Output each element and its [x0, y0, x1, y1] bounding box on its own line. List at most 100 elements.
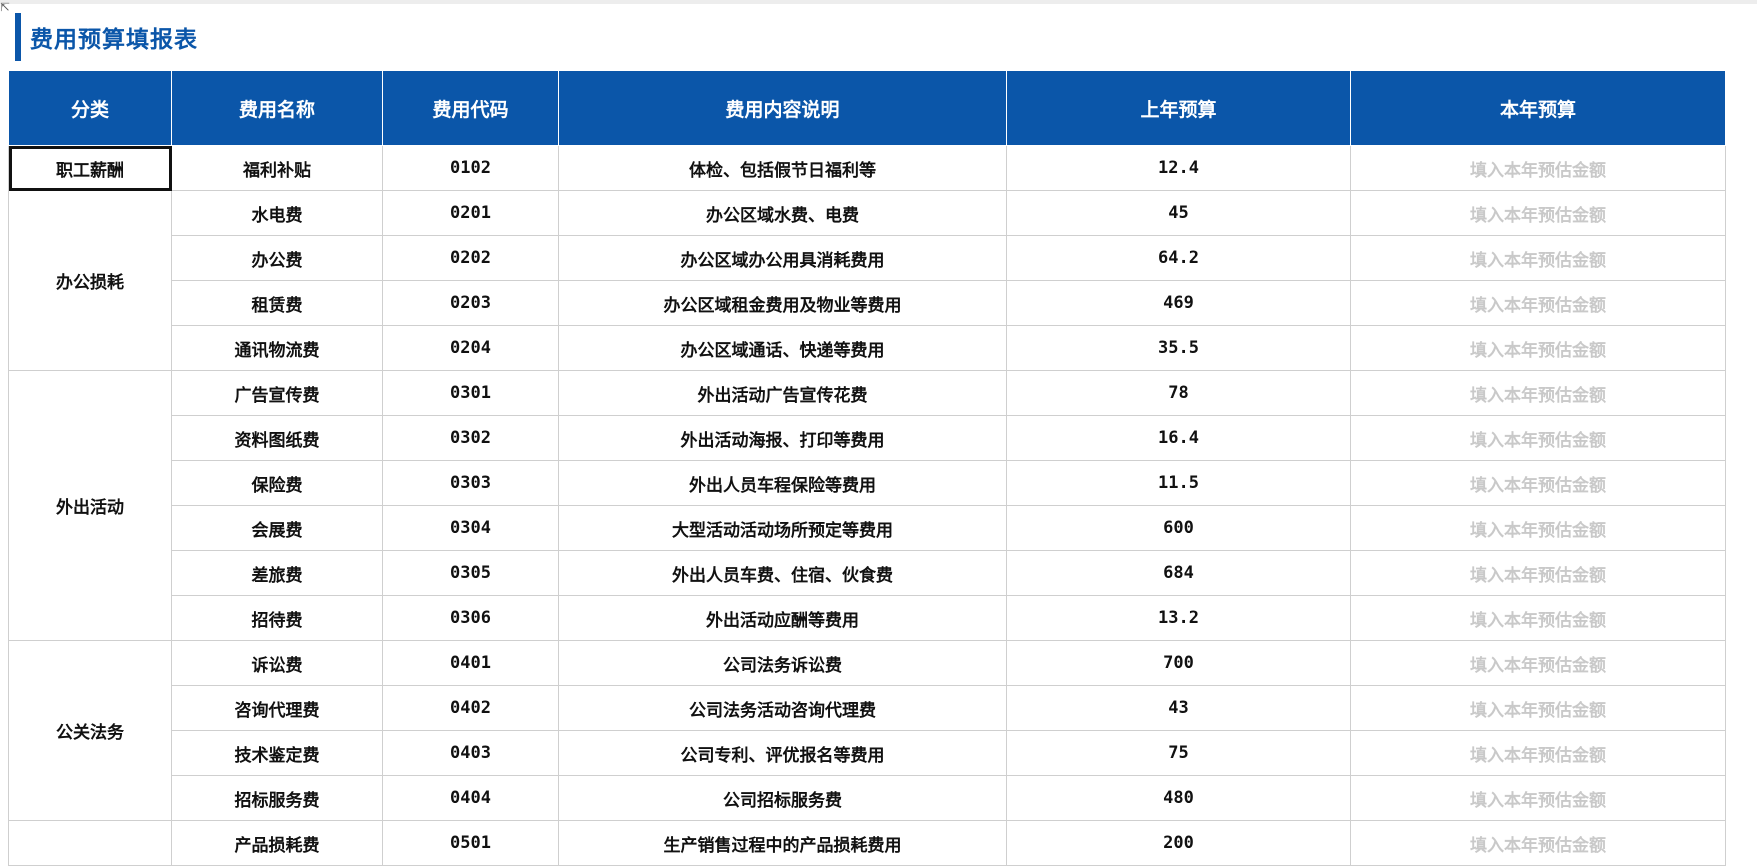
header-expense-code: 费用代码: [382, 70, 559, 146]
table-row: 办公损耗 水电费 0201 办公区域水费、电费 45 填入本年预估金额: [8, 190, 1726, 371]
table-row: 通讯物流费 0204 办公区域通话、快递等费用 35.5 填入本年预估金额: [9, 325, 1726, 371]
category-cell[interactable]: 外出活动: [8, 370, 172, 641]
description-cell[interactable]: 外出活动广告宣传花费: [558, 370, 1007, 416]
table-body: 职工薪酬 福利补贴 0102 体检、包括假节日福利等 12.4 填入本年预估金额 办公损耗水…: [8, 145, 1726, 866]
this-year-budget-input[interactable]: 填入本年预估金额: [1350, 685, 1726, 731]
description-cell[interactable]: 外出人员车程保险等费用: [558, 460, 1007, 506]
expense-name-cell[interactable]: 租赁费: [171, 280, 383, 326]
expense-name-cell[interactable]: 办公费: [171, 235, 383, 281]
header-last-year-budget: 上年预算: [1006, 70, 1351, 146]
expense-code-cell[interactable]: 0403: [382, 730, 559, 776]
this-year-budget-input[interactable]: 填入本年预估金额: [1350, 460, 1726, 506]
expense-name-cell[interactable]: 保险费: [171, 460, 383, 506]
this-year-budget-input[interactable]: 填入本年预估金额: [1350, 505, 1726, 551]
description-cell[interactable]: 体检、包括假节日福利等: [558, 145, 1007, 191]
this-year-budget-input[interactable]: 填入本年预估金额: [1350, 370, 1726, 416]
expense-code-cell[interactable]: 0202: [382, 235, 559, 281]
description-cell[interactable]: 外出活动应酬等费用: [558, 595, 1007, 641]
this-year-budget-input[interactable]: 填入本年预估金额: [1350, 730, 1726, 776]
description-cell[interactable]: 办公区域通话、快递等费用: [558, 325, 1007, 371]
expense-code-cell[interactable]: 0204: [382, 325, 559, 371]
table-row: 咨询代理费 0402 公司法务活动咨询代理费 43 填入本年预估金额: [9, 685, 1726, 731]
last-year-budget-cell[interactable]: 16.4: [1006, 415, 1351, 461]
this-year-budget-input[interactable]: 填入本年预估金额: [1350, 775, 1726, 821]
last-year-budget-cell[interactable]: 700: [1006, 640, 1351, 686]
last-year-budget-cell[interactable]: 684: [1006, 550, 1351, 596]
category-cell[interactable]: 办公损耗: [8, 190, 172, 371]
description-cell[interactable]: 办公区域水费、电费: [558, 190, 1007, 236]
last-year-budget-cell[interactable]: 11.5: [1006, 460, 1351, 506]
expense-name-cell[interactable]: 差旅费: [171, 550, 383, 596]
category-cell[interactable]: [8, 820, 172, 866]
this-year-budget-input[interactable]: 填入本年预估金额: [1350, 190, 1726, 236]
description-cell[interactable]: 办公区域办公用具消耗费用: [558, 235, 1007, 281]
expense-code-cell[interactable]: 0501: [382, 820, 559, 866]
table-row: 招标服务费 0404 公司招标服务费 480 填入本年预估金额: [9, 775, 1726, 821]
table-row: 招待费 0306 外出活动应酬等费用 13.2 填入本年预估金额: [9, 595, 1726, 641]
this-year-budget-input[interactable]: 填入本年预估金额: [1350, 595, 1726, 641]
description-cell[interactable]: 外出人员车费、住宿、伙食费: [558, 550, 1007, 596]
expense-code-cell[interactable]: 0303: [382, 460, 559, 506]
expense-code-cell[interactable]: 0401: [382, 640, 559, 686]
table-row: 会展费 0304 大型活动活动场所预定等费用 600 填入本年预估金额: [9, 505, 1726, 551]
header-this-year-budget: 本年预算: [1350, 70, 1726, 146]
this-year-budget-input[interactable]: 填入本年预估金额: [1350, 640, 1726, 686]
last-year-budget-cell[interactable]: 64.2: [1006, 235, 1351, 281]
expense-name-cell[interactable]: 咨询代理费: [171, 685, 383, 731]
header-category: 分类: [8, 70, 172, 146]
expense-code-cell[interactable]: 0301: [382, 370, 559, 416]
table-row: 办公费 0202 办公区域办公用具消耗费用 64.2 填入本年预估金额: [9, 235, 1726, 281]
description-cell[interactable]: 公司专利、评优报名等费用: [558, 730, 1007, 776]
table-row: 技术鉴定费 0403 公司专利、评优报名等费用 75 填入本年预估金额: [9, 730, 1726, 776]
description-cell[interactable]: 大型活动活动场所预定等费用: [558, 505, 1007, 551]
expense-name-cell[interactable]: 招待费: [171, 595, 383, 641]
description-cell[interactable]: 公司法务诉讼费: [558, 640, 1007, 686]
expense-name-cell[interactable]: 会展费: [171, 505, 383, 551]
expense-code-cell[interactable]: 0404: [382, 775, 559, 821]
this-year-budget-input[interactable]: 填入本年预估金额: [1350, 280, 1726, 326]
last-year-budget-cell[interactable]: 75: [1006, 730, 1351, 776]
expense-name-cell[interactable]: 水电费: [171, 190, 383, 236]
expense-name-cell[interactable]: 通讯物流费: [171, 325, 383, 371]
last-year-budget-cell[interactable]: 35.5: [1006, 325, 1351, 371]
this-year-budget-input[interactable]: 填入本年预估金额: [1350, 235, 1726, 281]
category-cell[interactable]: 公关法务: [8, 640, 172, 821]
expense-name-cell[interactable]: 广告宣传费: [171, 370, 383, 416]
description-cell[interactable]: 外出活动海报、打印等费用: [558, 415, 1007, 461]
expense-code-cell[interactable]: 0306: [382, 595, 559, 641]
this-year-budget-input[interactable]: 填入本年预估金额: [1350, 325, 1726, 371]
last-year-budget-cell[interactable]: 78: [1006, 370, 1351, 416]
this-year-budget-input[interactable]: 填入本年预估金额: [1350, 820, 1726, 866]
description-cell[interactable]: 公司招标服务费: [558, 775, 1007, 821]
last-year-budget-cell[interactable]: 43: [1006, 685, 1351, 731]
this-year-budget-input[interactable]: 填入本年预估金额: [1350, 145, 1726, 191]
expense-name-cell[interactable]: 产品损耗费: [171, 820, 383, 866]
expense-code-cell[interactable]: 0201: [382, 190, 559, 236]
last-year-budget-cell[interactable]: 600: [1006, 505, 1351, 551]
expense-name-cell[interactable]: 诉讼费: [171, 640, 383, 686]
this-year-budget-input[interactable]: 填入本年预估金额: [1350, 415, 1726, 461]
last-year-budget-cell[interactable]: 469: [1006, 280, 1351, 326]
expense-code-cell[interactable]: 0302: [382, 415, 559, 461]
expense-name-cell[interactable]: 招标服务费: [171, 775, 383, 821]
last-year-budget-cell[interactable]: 13.2: [1006, 595, 1351, 641]
description-cell[interactable]: 办公区域租金费用及物业等费用: [558, 280, 1007, 326]
table-row: 产品损耗费 0501 生产销售过程中的产品损耗费用 200 填入本年预估金额: [8, 820, 1726, 866]
last-year-budget-cell[interactable]: 200: [1006, 820, 1351, 866]
expense-name-cell[interactable]: 资料图纸费: [171, 415, 383, 461]
expense-code-cell[interactable]: 0203: [382, 280, 559, 326]
this-year-budget-input[interactable]: 填入本年预估金额: [1350, 550, 1726, 596]
category-cell[interactable]: 职工薪酬: [8, 145, 172, 191]
description-cell[interactable]: 公司法务活动咨询代理费: [558, 685, 1007, 731]
last-year-budget-cell[interactable]: 12.4: [1006, 145, 1351, 191]
expense-code-cell[interactable]: 0102: [382, 145, 559, 191]
expense-name-cell[interactable]: 福利补贴: [171, 145, 383, 191]
description-cell[interactable]: 生产销售过程中的产品损耗费用: [558, 820, 1007, 866]
expense-code-cell[interactable]: 0402: [382, 685, 559, 731]
last-year-budget-cell[interactable]: 45: [1006, 190, 1351, 236]
expense-name-cell[interactable]: 技术鉴定费: [171, 730, 383, 776]
expense-code-cell[interactable]: 0304: [382, 505, 559, 551]
expense-code-cell[interactable]: 0305: [382, 550, 559, 596]
last-year-budget-cell[interactable]: 480: [1006, 775, 1351, 821]
top-border: [0, 0, 1757, 4]
